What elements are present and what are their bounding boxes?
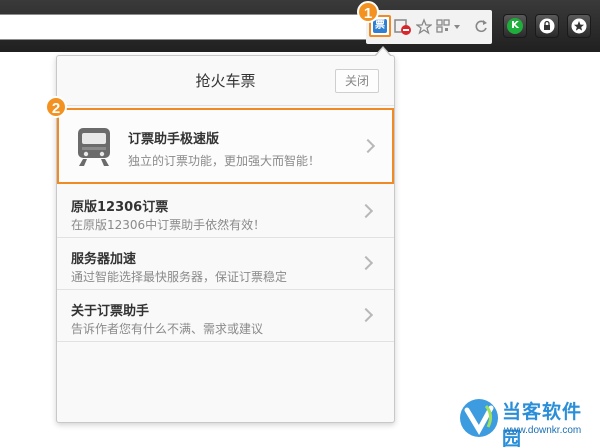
adblock-icon[interactable] bbox=[394, 15, 412, 37]
item-subtitle: 通过智能选择最快服务器，保证订票稳定 bbox=[71, 270, 288, 284]
menu-item-original-12306[interactable]: 原版12306订票 在原版12306中订票助手依然有效！ bbox=[57, 186, 394, 238]
bookmark-star-icon[interactable] bbox=[415, 15, 433, 37]
menu-item-express-booking[interactable]: 订票助手极速版 独立的订票功能，更加强大而智能！ bbox=[57, 108, 394, 184]
menu-item-server-acceleration[interactable]: 服务器加速 通过智能选择最快服务器，保证订票稳定 bbox=[57, 238, 394, 290]
featured-title: 订票助手极速版 bbox=[128, 132, 220, 147]
popup-pointer-inner bbox=[375, 48, 391, 57]
watermark-logo-icon bbox=[460, 399, 498, 437]
item-title: 服务器加速 bbox=[71, 252, 137, 267]
chevron-right-icon bbox=[360, 138, 376, 154]
watermark-name: 当客软件园 bbox=[502, 401, 583, 447]
chevron-right-icon bbox=[358, 307, 374, 323]
item-title: 原版12306订票 bbox=[71, 200, 169, 215]
kaspersky-icon: K bbox=[507, 18, 523, 34]
item-subtitle: 在原版12306中订票助手依然有效！ bbox=[71, 218, 266, 232]
refresh-icon[interactable] bbox=[472, 15, 490, 37]
featured-subtitle: 独立的订票功能，更加强大而智能！ bbox=[128, 154, 321, 168]
chevron-right-icon bbox=[358, 203, 374, 219]
favorites-extension-button[interactable] bbox=[567, 14, 591, 38]
item-subtitle: 告诉作者您有什么不满、需求或建议 bbox=[71, 322, 264, 336]
chevron-right-icon bbox=[358, 255, 374, 271]
menu-item-about[interactable]: 关于订票助手 告诉作者您有什么不满、需求或建议 bbox=[57, 290, 394, 342]
qr-code-icon[interactable] bbox=[435, 15, 451, 37]
address-bar[interactable] bbox=[0, 14, 372, 40]
ticket-helper-popup: 抢火车票 关闭 订票助手极速版 独立的订票功能，更加强大而智能！ 原版12306… bbox=[56, 55, 395, 423]
dropdown-chevron-icon[interactable] bbox=[452, 15, 462, 37]
train-icon bbox=[78, 128, 110, 166]
popup-header: 抢火车票 关闭 bbox=[57, 56, 394, 106]
item-title: 关于订票助手 bbox=[71, 304, 150, 319]
star-icon bbox=[571, 18, 587, 34]
lock-icon bbox=[539, 18, 555, 34]
step-marker-1: 1 bbox=[357, 1, 379, 23]
watermark: 当客软件园 www.downkr.com bbox=[458, 395, 600, 447]
lock-extension-button[interactable] bbox=[535, 14, 559, 38]
watermark-url: www.downkr.com bbox=[504, 425, 582, 436]
ticket-icon: 票 bbox=[373, 19, 387, 33]
step-marker-2: 2 bbox=[45, 96, 67, 118]
close-button[interactable]: 关闭 bbox=[335, 69, 379, 93]
kaspersky-extension-button[interactable]: K bbox=[503, 14, 527, 38]
